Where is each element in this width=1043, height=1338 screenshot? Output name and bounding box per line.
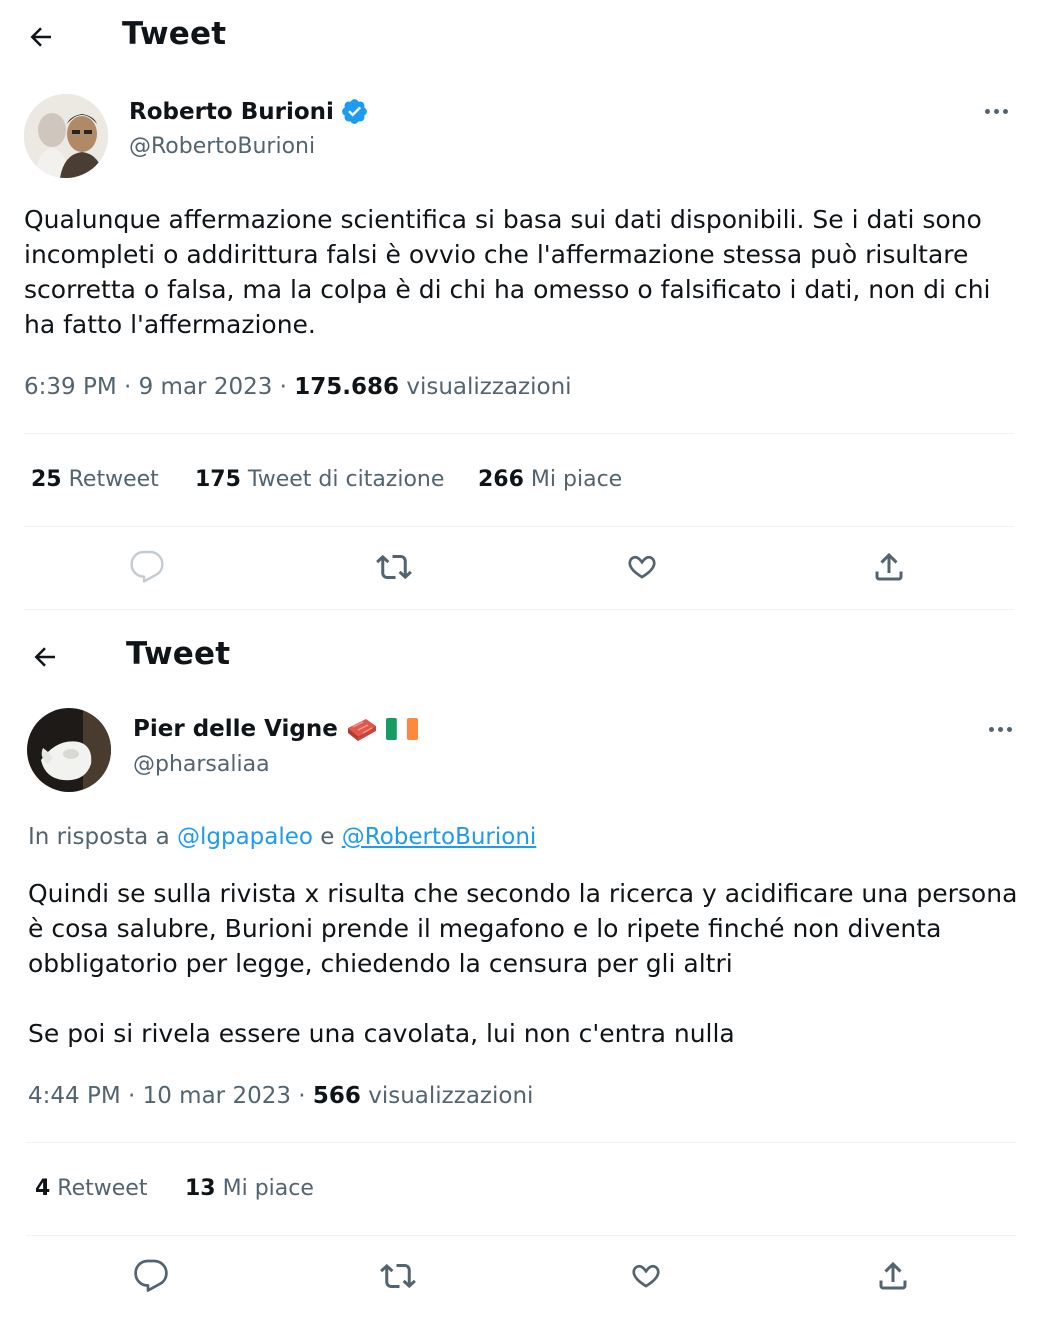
like-button[interactable]: [620, 545, 664, 589]
retweets-stat[interactable]: 25 Retweet: [31, 467, 159, 492]
reply-button[interactable]: [125, 545, 169, 589]
page-title: Tweet: [122, 16, 227, 52]
share-button[interactable]: [867, 545, 911, 589]
like-icon: [628, 555, 656, 579]
tweet-text: Qualunque affermazione scientifica si ba…: [24, 205, 999, 339]
retweet-icon: [380, 1263, 416, 1289]
brick-emoji-icon: [347, 719, 376, 741]
mention-link[interactable]: @lgpapaleo: [177, 824, 313, 850]
avatar[interactable]: [24, 94, 108, 178]
like-icon: [632, 1264, 660, 1288]
tweet-meta: 4:44 PM · 10 mar 2023 · 566 visualizzazi…: [28, 1083, 533, 1109]
author-name[interactable]: Pier delle Vigne: [133, 716, 338, 742]
author-handle[interactable]: @RobertoBurioni: [129, 134, 315, 159]
divider: [24, 609, 1014, 610]
mention-link[interactable]: @RobertoBurioni: [342, 824, 537, 850]
more-icon: [985, 109, 990, 114]
likes-stat[interactable]: 266 Mi piace: [478, 467, 622, 492]
back-arrow-icon: [30, 27, 51, 47]
reply-icon: [130, 550, 164, 583]
back-button[interactable]: [30, 642, 60, 672]
share-icon: [879, 1261, 907, 1290]
share-icon: [875, 552, 903, 581]
share-button[interactable]: [871, 1254, 915, 1298]
divider: [24, 433, 1014, 434]
views-label: visualizzazioni: [360, 1083, 534, 1109]
reply-button[interactable]: [129, 1254, 173, 1298]
views-count: 175.686: [294, 374, 400, 400]
views-count: 566: [312, 1083, 361, 1109]
avatar[interactable]: [27, 708, 111, 792]
like-button[interactable]: [624, 1254, 668, 1298]
more-options-button[interactable]: [989, 727, 1012, 732]
back-button[interactable]: [26, 22, 56, 52]
quote-tweets-stat[interactable]: 175 Tweet di citazione: [195, 467, 444, 492]
author-handle[interactable]: @pharsaliaa: [133, 752, 270, 777]
divider: [26, 1142, 1016, 1143]
verified-badge-icon: [342, 99, 367, 124]
back-arrow-icon: [34, 647, 55, 667]
tweet-meta: 6:39 PM · 9 mar 2023 · 175.686 visualizz…: [24, 374, 572, 400]
divider: [26, 1235, 1016, 1236]
retweets-stat[interactable]: 4 Retweet: [35, 1176, 147, 1201]
timestamp[interactable]: 4:44 PM · 10 mar 2023 ·: [28, 1083, 313, 1109]
more-options-button[interactable]: [985, 109, 1008, 114]
reply-context: In risposta a @lgpapaleo e @RobertoBurio…: [28, 824, 537, 850]
author-name[interactable]: Roberto Burioni: [129, 99, 334, 125]
views-label: visualizzazioni: [399, 374, 572, 400]
divider: [24, 526, 1014, 527]
page-title: Tweet: [126, 636, 231, 672]
retweet-button[interactable]: [372, 545, 416, 589]
more-icon: [989, 727, 994, 732]
tweet-text: Quindi se sulla rivista x risulta che se…: [28, 879, 1018, 1048]
likes-stat[interactable]: 13 Mi piace: [185, 1176, 314, 1201]
timestamp[interactable]: 6:39 PM · 9 mar 2023 ·: [24, 374, 294, 400]
retweet-icon: [376, 554, 412, 580]
reply-icon: [134, 1259, 168, 1292]
retweet-button[interactable]: [376, 1254, 420, 1298]
irish-flag-icon: [385, 718, 418, 740]
